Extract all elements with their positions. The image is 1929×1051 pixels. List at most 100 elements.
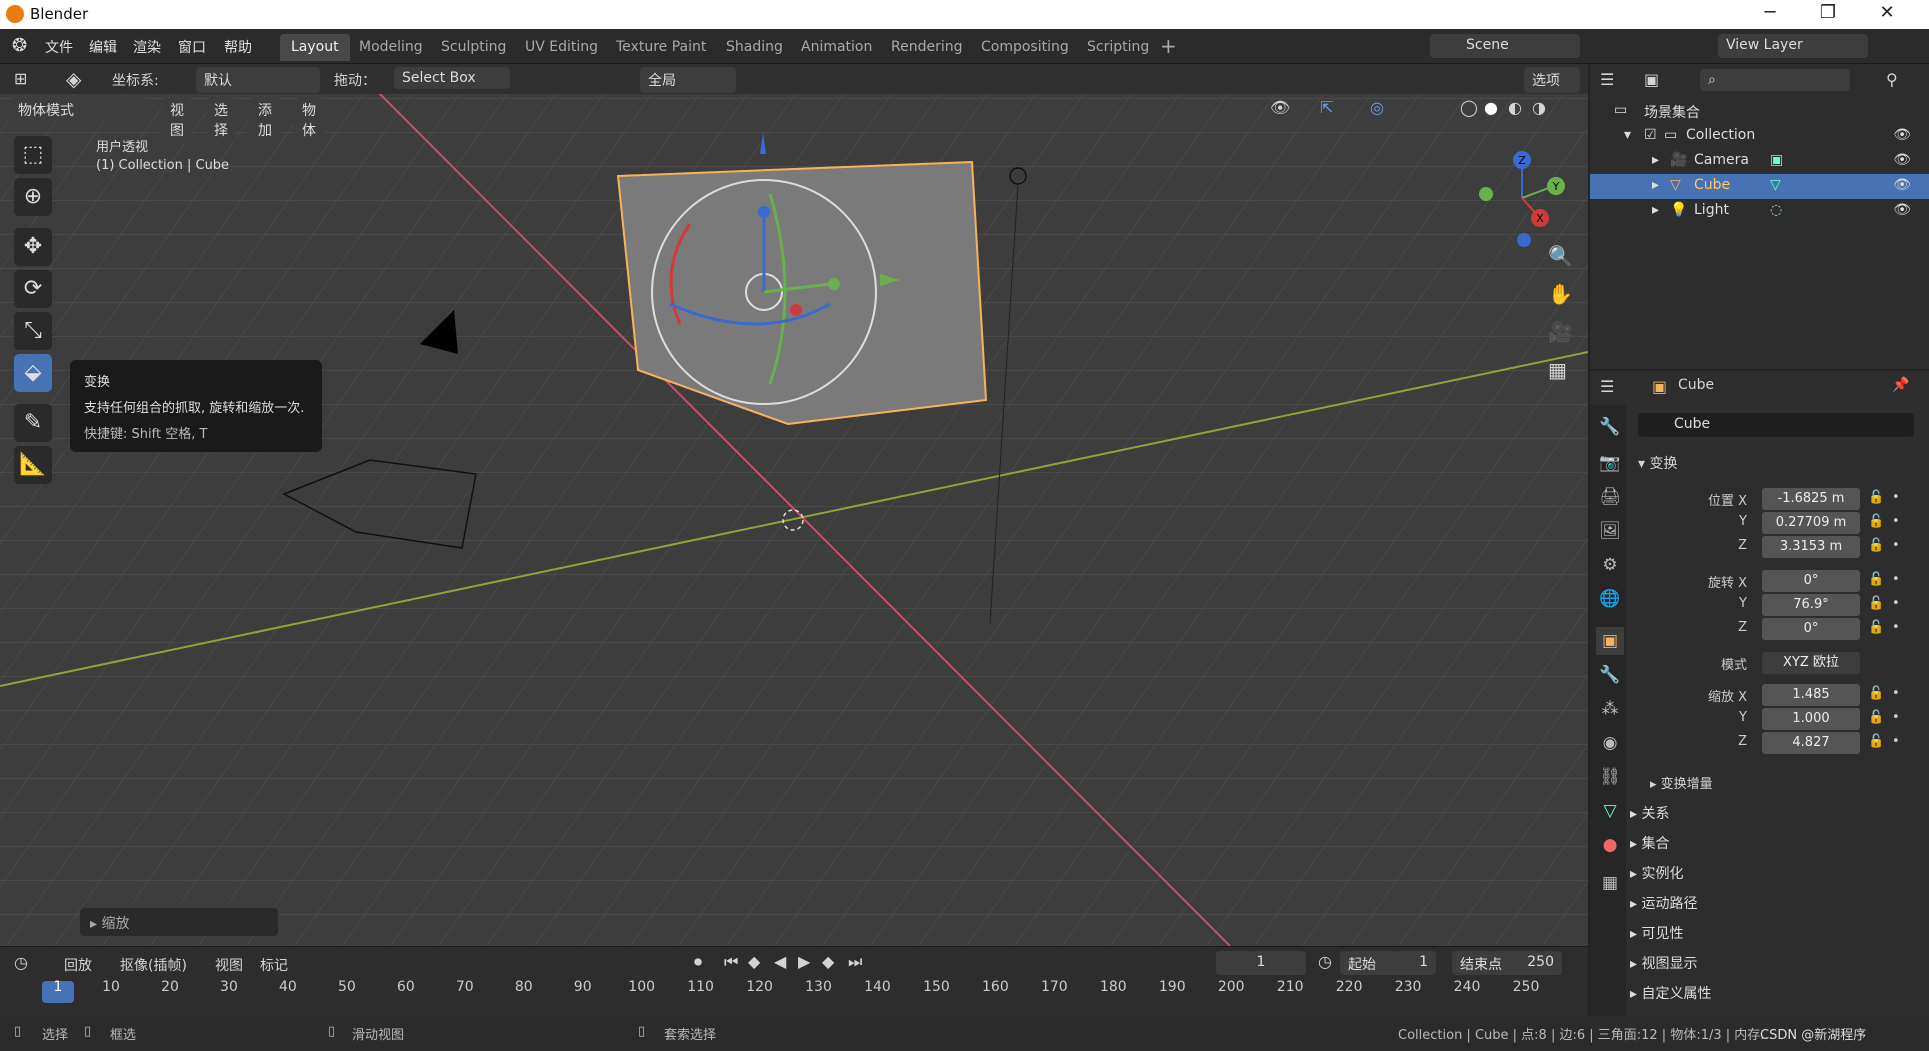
tab-animation[interactable]: Animation [790,34,883,61]
perspective-toggle-icon[interactable]: ▦ [1548,358,1567,382]
lock-icon[interactable]: 🔓 [1868,538,1884,553]
transform-panel-header[interactable]: ▾ 变换 [1638,453,1677,473]
keyframe-dot-icon[interactable]: • [1892,596,1900,611]
outliner-search[interactable]: ⌕ [1700,69,1850,91]
checkbox-icon[interactable]: ☑ [1644,127,1657,143]
section-relations[interactable]: ▸ 关系 [1630,803,1669,823]
outliner-cube[interactable]: ▸ ▽ Cube ▽ 👁 [1590,174,1929,199]
navigation-gizmo[interactable]: Z Y X [1470,134,1588,254]
measure-icon[interactable]: 📐 [14,446,52,484]
scale-z-field[interactable]: 4.827 [1762,732,1860,754]
section-motion-paths[interactable]: ▸ 运动路径 [1630,893,1697,913]
menu-object[interactable]: 物体 [294,98,324,143]
output-tab-icon[interactable]: 🖨 [1596,483,1624,511]
lock-icon[interactable]: 🔓 [1868,514,1884,529]
camera-view-icon[interactable]: 🎥 [1548,320,1573,344]
object-name-field[interactable]: Cube [1638,413,1914,437]
section-viewport-display[interactable]: ▸ 视图显示 [1630,953,1697,973]
section-visibility[interactable]: ▸ 可见性 [1630,923,1683,943]
mode-dropdown[interactable]: 物体模式 [10,98,148,120]
wireframe-icon[interactable]: ◯ [1460,98,1478,117]
rotation-x-field[interactable]: 0° [1762,570,1860,592]
properties-editor-icon[interactable]: ☰ [1600,377,1614,396]
menu-help[interactable]: 帮助 [224,37,252,57]
transform-icon[interactable]: ◈ [66,67,81,91]
location-x-field[interactable]: -1.6825 m [1762,488,1860,510]
rotation-mode-dropdown[interactable]: XYZ 欧拉 [1762,652,1860,674]
outliner-scene-collection[interactable]: ▭ 场景集合 [1590,99,1929,124]
outliner-camera[interactable]: ▸ 🎥 Camera ▣ 👁 [1590,149,1929,174]
material-shading-icon[interactable]: ◐ [1508,98,1522,117]
lock-icon[interactable]: 🔓 [1868,596,1884,611]
last-operator-panel[interactable]: ▸ 缩放 [80,908,278,936]
menu-render[interactable]: 渲染 [133,37,161,57]
view-layer-selector[interactable]: View Layer [1718,34,1868,58]
constraints-tab-icon[interactable]: ⛓ [1596,763,1624,791]
menu-add[interactable]: 添加 [250,98,280,143]
maximize-icon[interactable]: ❐ [1808,2,1848,23]
location-z-field[interactable]: 3.3153 m [1762,536,1860,558]
scale-x-field[interactable]: 1.485 [1762,684,1860,706]
modifier-tab-icon[interactable]: 🔧 [1596,661,1624,689]
orientation-dropdown[interactable]: 全局 [640,67,736,93]
blender-menu-icon[interactable]: ❂ [12,35,27,56]
keyframe-dot-icon[interactable]: • [1892,538,1900,553]
rotation-y-field[interactable]: 76.9° [1762,594,1860,616]
tab-compositing[interactable]: Compositing [970,34,1080,61]
pin-icon[interactable]: 📌 [1892,377,1909,393]
outliner-light[interactable]: ▸ 💡 Light ◌ 👁 [1590,199,1929,224]
keyframe-dot-icon[interactable]: • [1892,686,1900,701]
section-instancing[interactable]: ▸ 实例化 [1630,863,1683,883]
tab-uv-editing[interactable]: UV Editing [514,34,609,61]
lock-icon[interactable]: 🔓 [1868,686,1884,701]
render-tab-icon[interactable]: 📷 [1596,449,1624,477]
annotate-icon[interactable]: ✎ [14,404,52,442]
eye-icon[interactable]: 👁 [1893,152,1911,168]
rotation-z-field[interactable]: 0° [1762,618,1860,640]
transform-tool-icon[interactable]: ⬙ [14,354,52,392]
tab-sculpting[interactable]: Sculpting [430,34,517,61]
keyframe-dot-icon[interactable]: • [1892,514,1900,529]
tab-rendering[interactable]: Rendering [880,34,974,61]
minimize-icon[interactable]: ─ [1750,2,1790,23]
eye-icon[interactable]: 👁 [1893,127,1911,143]
tool-tab-icon[interactable]: 🔧 [1596,413,1624,441]
move-icon[interactable]: ✥ [14,228,52,266]
gizmo-toggle-icon[interactable]: ⇱ [1320,98,1333,117]
cursor-icon[interactable]: ⊕ [14,178,52,216]
editor-type-icon[interactable]: ⊞ [14,69,27,88]
eye-icon[interactable]: 👁 [1893,177,1911,193]
location-y-field[interactable]: 0.27709 m [1762,512,1860,534]
add-workspace-icon[interactable]: + [1160,34,1177,58]
lock-icon[interactable]: 🔓 [1868,572,1884,587]
drag-dropdown[interactable]: Select Box [394,67,510,89]
tab-modeling[interactable]: Modeling [348,34,434,61]
material-tab-icon[interactable]: ● [1596,831,1624,859]
section-custom-properties[interactable]: ▸ 自定义属性 [1630,983,1711,1003]
section-collections[interactable]: ▸ 集合 [1630,833,1669,853]
particles-tab-icon[interactable]: ⁂ [1596,695,1624,723]
close-icon[interactable]: ✕ [1867,2,1907,23]
render-shading-icon[interactable]: ◑ [1532,98,1546,117]
keyframe-dot-icon[interactable]: • [1892,490,1900,505]
physics-tab-icon[interactable]: ◉ [1596,729,1624,757]
menu-select[interactable]: 选择 [206,98,236,143]
lock-icon[interactable]: 🔓 [1868,710,1884,725]
keyframe-dot-icon[interactable]: • [1892,620,1900,635]
menu-view[interactable]: 视图 [162,98,192,143]
select-box-icon[interactable]: ⬚ [14,136,52,174]
eye-icon[interactable]: 👁 [1893,202,1911,218]
rotate-icon[interactable]: ⟳ [14,270,52,308]
scale-icon[interactable]: ⤡ [14,312,52,350]
lock-icon[interactable]: 🔓 [1868,734,1884,749]
outliner-editor-icon[interactable]: ☰ [1600,70,1614,89]
data-tab-icon[interactable]: ▽ [1596,797,1624,825]
menu-edit[interactable]: 编辑 [89,37,117,57]
zoom-icon[interactable]: 🔍 [1548,244,1573,268]
scale-y-field[interactable]: 1.000 [1762,708,1860,730]
overlay-toggle-icon[interactable]: ◎ [1370,98,1384,117]
pan-hand-icon[interactable]: ✋ [1548,282,1573,306]
scene-tab-icon[interactable]: ⚙ [1596,551,1624,579]
tab-shading[interactable]: Shading [715,34,794,61]
world-tab-icon[interactable]: 🌐 [1596,585,1624,613]
